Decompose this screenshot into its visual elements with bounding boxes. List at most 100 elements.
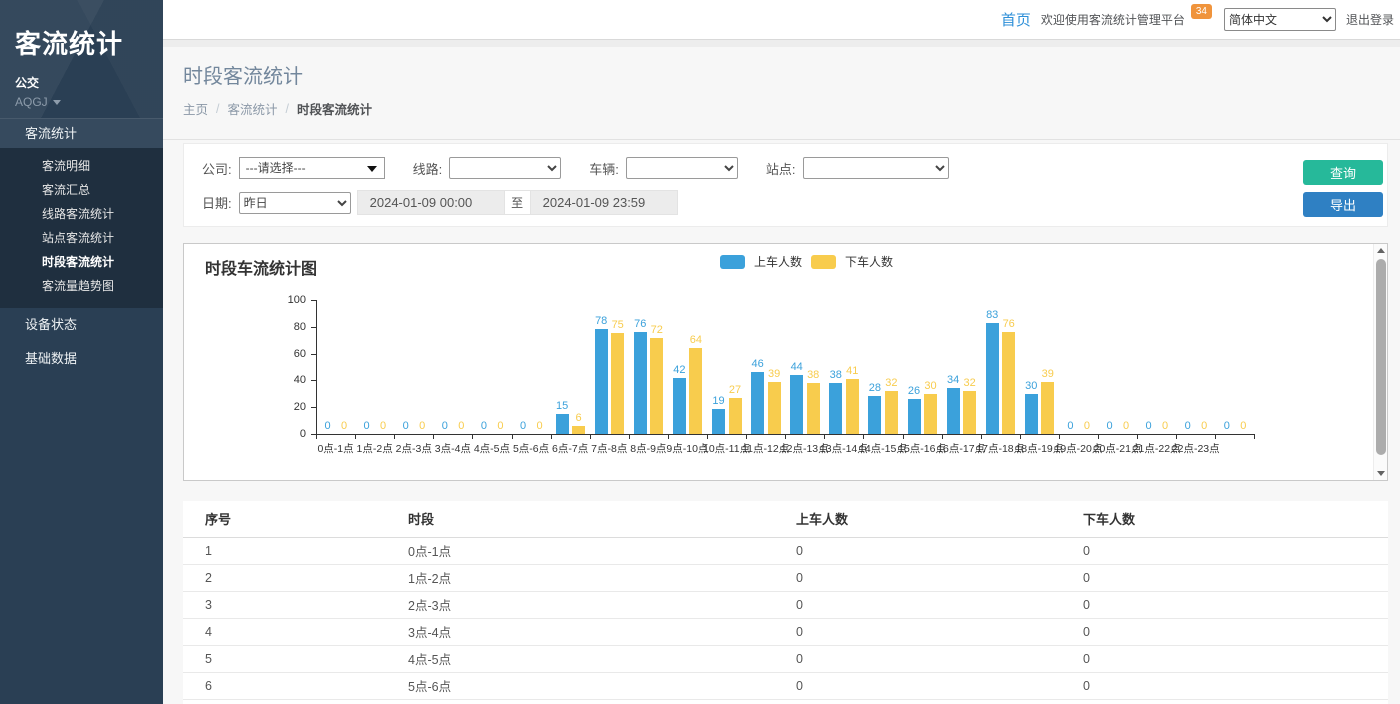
vehicle-select[interactable] — [626, 157, 738, 179]
query-button[interactable]: 查询 — [1303, 160, 1383, 185]
scroll-down-icon[interactable] — [1374, 467, 1388, 480]
table-row: 65点-6点00 — [183, 672, 1388, 699]
welcome-text: 欢迎使用客流统计管理平台 — [1041, 11, 1185, 28]
x-tick — [1020, 434, 1021, 439]
table-cell: 0 — [796, 672, 1083, 699]
breadcrumb-home[interactable]: 主页 — [183, 99, 208, 118]
org-code-dropdown[interactable]: AQGJ — [15, 95, 163, 109]
table-cell: 2点-3点 — [408, 591, 796, 618]
date-from-input[interactable] — [357, 190, 505, 215]
breadcrumb-section[interactable]: 客流统计 — [228, 99, 278, 118]
y-tick — [311, 327, 316, 328]
bar-value-label: 32 — [953, 377, 987, 389]
export-button[interactable]: 导出 — [1303, 192, 1383, 217]
table-cell: 0 — [796, 564, 1083, 591]
table-cell: 2 — [183, 564, 408, 591]
table-cell: 5点-6点 — [408, 672, 796, 699]
table-cell: 3点-4点 — [408, 618, 796, 645]
table-cell: 7 — [183, 699, 408, 704]
x-tick — [433, 434, 434, 439]
table-row: 43点-4点00 — [183, 618, 1388, 645]
bar-alight — [768, 382, 781, 434]
bar-alight — [611, 333, 624, 434]
topbar: 首页 欢迎使用客流统计管理平台 34 简体中文 退出登录 — [163, 0, 1400, 40]
line-label: 线路: — [413, 159, 443, 178]
breadcrumb-separator: / — [216, 102, 219, 116]
sidebar-subitem[interactable]: 站点客流统计 — [0, 226, 163, 250]
x-tick — [1215, 434, 1216, 439]
page-head: 时段客流统计 主页 / 客流统计 / 时段客流统计 — [163, 47, 1400, 140]
station-select[interactable] — [803, 157, 949, 179]
bar-board — [947, 388, 960, 434]
date-to-input[interactable] — [530, 190, 678, 215]
table-cell: 0 — [1083, 645, 1388, 672]
x-axis-label: 22点-23点 — [1168, 441, 1223, 456]
bar-alight — [689, 348, 702, 434]
table-row: 10点-1点00 — [183, 537, 1388, 564]
language-select[interactable]: 简体中文 — [1224, 8, 1336, 31]
table-cell: 0 — [1083, 591, 1388, 618]
x-tick — [512, 434, 513, 439]
table-body: 10点-1点0021点-2点0032点-3点0043点-4点0054点-5点00… — [183, 537, 1388, 704]
bar-alight — [963, 391, 976, 434]
bar-board — [868, 396, 881, 434]
table-row: 21点-2点00 — [183, 564, 1388, 591]
x-tick — [824, 434, 825, 439]
notification-badge: 34 — [1191, 4, 1212, 19]
main-content: 时段客流统计 主页 / 客流统计 / 时段客流统计 公司: ---请选择--- … — [163, 40, 1400, 704]
chart-plot: 020406080100000点-1点001点-2点002点-3点003点-4点… — [184, 244, 1373, 480]
sidebar-subitem[interactable]: 线路客流统计 — [0, 202, 163, 226]
sidebar-submenu: 客流明细客流汇总线路客流统计站点客流统计时段客流统计客流量趋势图 — [0, 148, 163, 308]
company-select[interactable]: ---请选择--- — [239, 157, 385, 179]
x-tick — [746, 434, 747, 439]
table-cell: 0 — [796, 618, 1083, 645]
x-tick — [1176, 434, 1177, 439]
logout-link[interactable]: 退出登录 — [1346, 11, 1394, 28]
scroll-up-icon[interactable] — [1374, 244, 1388, 257]
x-tick — [355, 434, 356, 439]
bar-board — [751, 372, 764, 434]
sidebar-item-base-data[interactable]: 基础数据 — [0, 342, 163, 376]
x-tick — [863, 434, 864, 439]
bar-value-label: 6 — [562, 412, 596, 424]
app-logo: 客流统计 — [15, 24, 163, 61]
bar-value-label: 64 — [679, 334, 713, 346]
column-header-alight: 下车人数 — [1083, 501, 1388, 537]
column-header-board: 上车人数 — [796, 501, 1083, 537]
column-header-period: 时段 — [408, 501, 796, 537]
scroll-thumb[interactable] — [1376, 259, 1386, 455]
sidebar-subitem[interactable]: 客流汇总 — [0, 178, 163, 202]
sidebar-subitem[interactable]: 客流明细 — [0, 154, 163, 178]
column-header-index: 序号 — [183, 501, 408, 537]
table-header-row: 序号 时段 上车人数 下车人数 — [183, 501, 1388, 537]
vehicle-label: 车辆: — [589, 159, 619, 178]
y-tick — [311, 407, 316, 408]
bar-alight — [1002, 332, 1015, 434]
chart-panel: 时段车流统计图 上车人数 下车人数 020406080100000点-1点001… — [183, 243, 1388, 481]
bar-value-label: 76 — [992, 318, 1026, 330]
table-cell: 0 — [796, 645, 1083, 672]
y-tick — [311, 380, 316, 381]
home-link[interactable]: 首页 — [1001, 9, 1031, 30]
sidebar-subitem[interactable]: 时段客流统计 — [0, 250, 163, 274]
bar-value-label: 41 — [835, 365, 869, 377]
sidebar-subitem[interactable]: 客流量趋势图 — [0, 274, 163, 298]
topbar-shadow-strip — [163, 40, 1400, 47]
date-range-group: 至 — [357, 190, 678, 215]
x-tick — [629, 434, 630, 439]
page-title: 时段客流统计 — [183, 60, 1388, 89]
chevron-down-icon — [53, 100, 61, 105]
station-label: 站点: — [766, 159, 796, 178]
date-preset-select[interactable]: 昨日 — [239, 192, 351, 214]
x-tick — [903, 434, 904, 439]
sidebar-item-passenger-stats[interactable]: 客流统计 — [0, 118, 163, 148]
table-cell: 3 — [183, 591, 408, 618]
bar-value-label: 15 — [545, 400, 579, 412]
x-tick — [1254, 434, 1255, 439]
sidebar-item-device-status[interactable]: 设备状态 — [0, 308, 163, 342]
table-cell: 6点-7点 — [408, 699, 796, 704]
x-tick — [668, 434, 669, 439]
chart-scrollbar[interactable] — [1373, 244, 1387, 480]
line-select[interactable] — [449, 157, 561, 179]
bar-alight — [572, 426, 585, 434]
